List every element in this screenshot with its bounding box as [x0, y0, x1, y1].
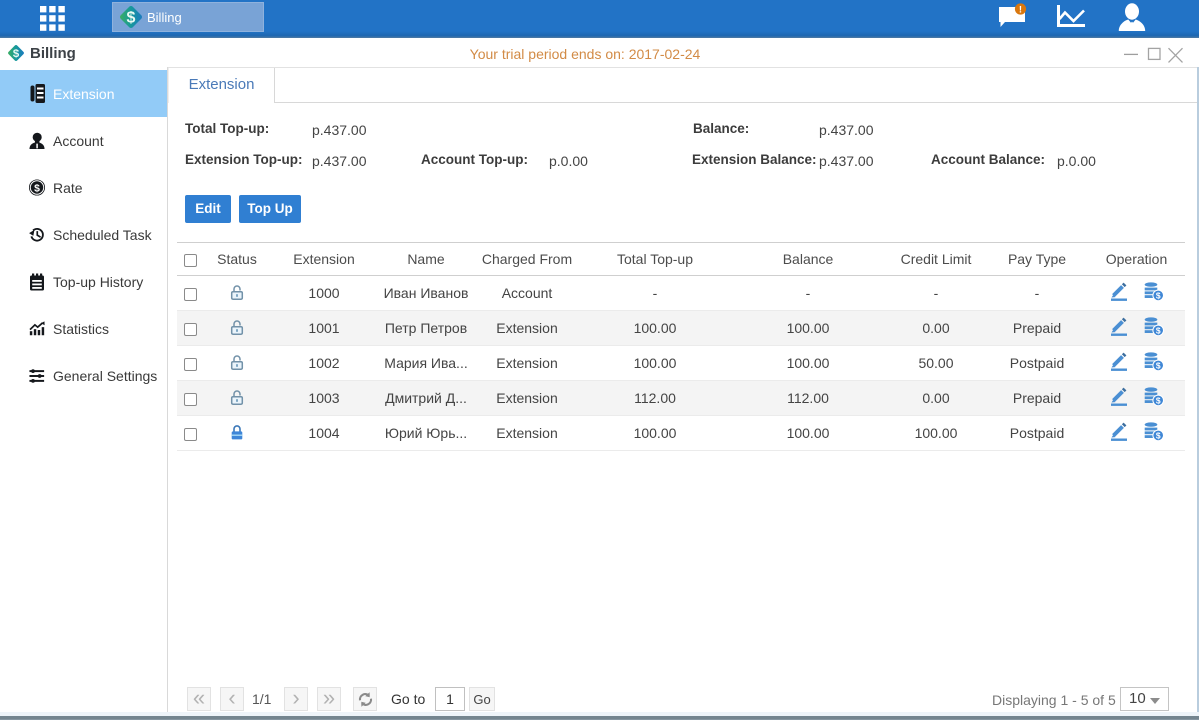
svg-text:$: $	[1155, 431, 1160, 441]
svg-text:$: $	[1155, 291, 1160, 301]
svg-text:$: $	[1155, 361, 1160, 371]
svg-text:!: !	[1019, 4, 1022, 15]
svg-text:$: $	[34, 183, 40, 194]
svg-text:$: $	[1155, 326, 1160, 336]
svg-text:$: $	[127, 10, 136, 27]
svg-text:$: $	[1155, 396, 1160, 406]
